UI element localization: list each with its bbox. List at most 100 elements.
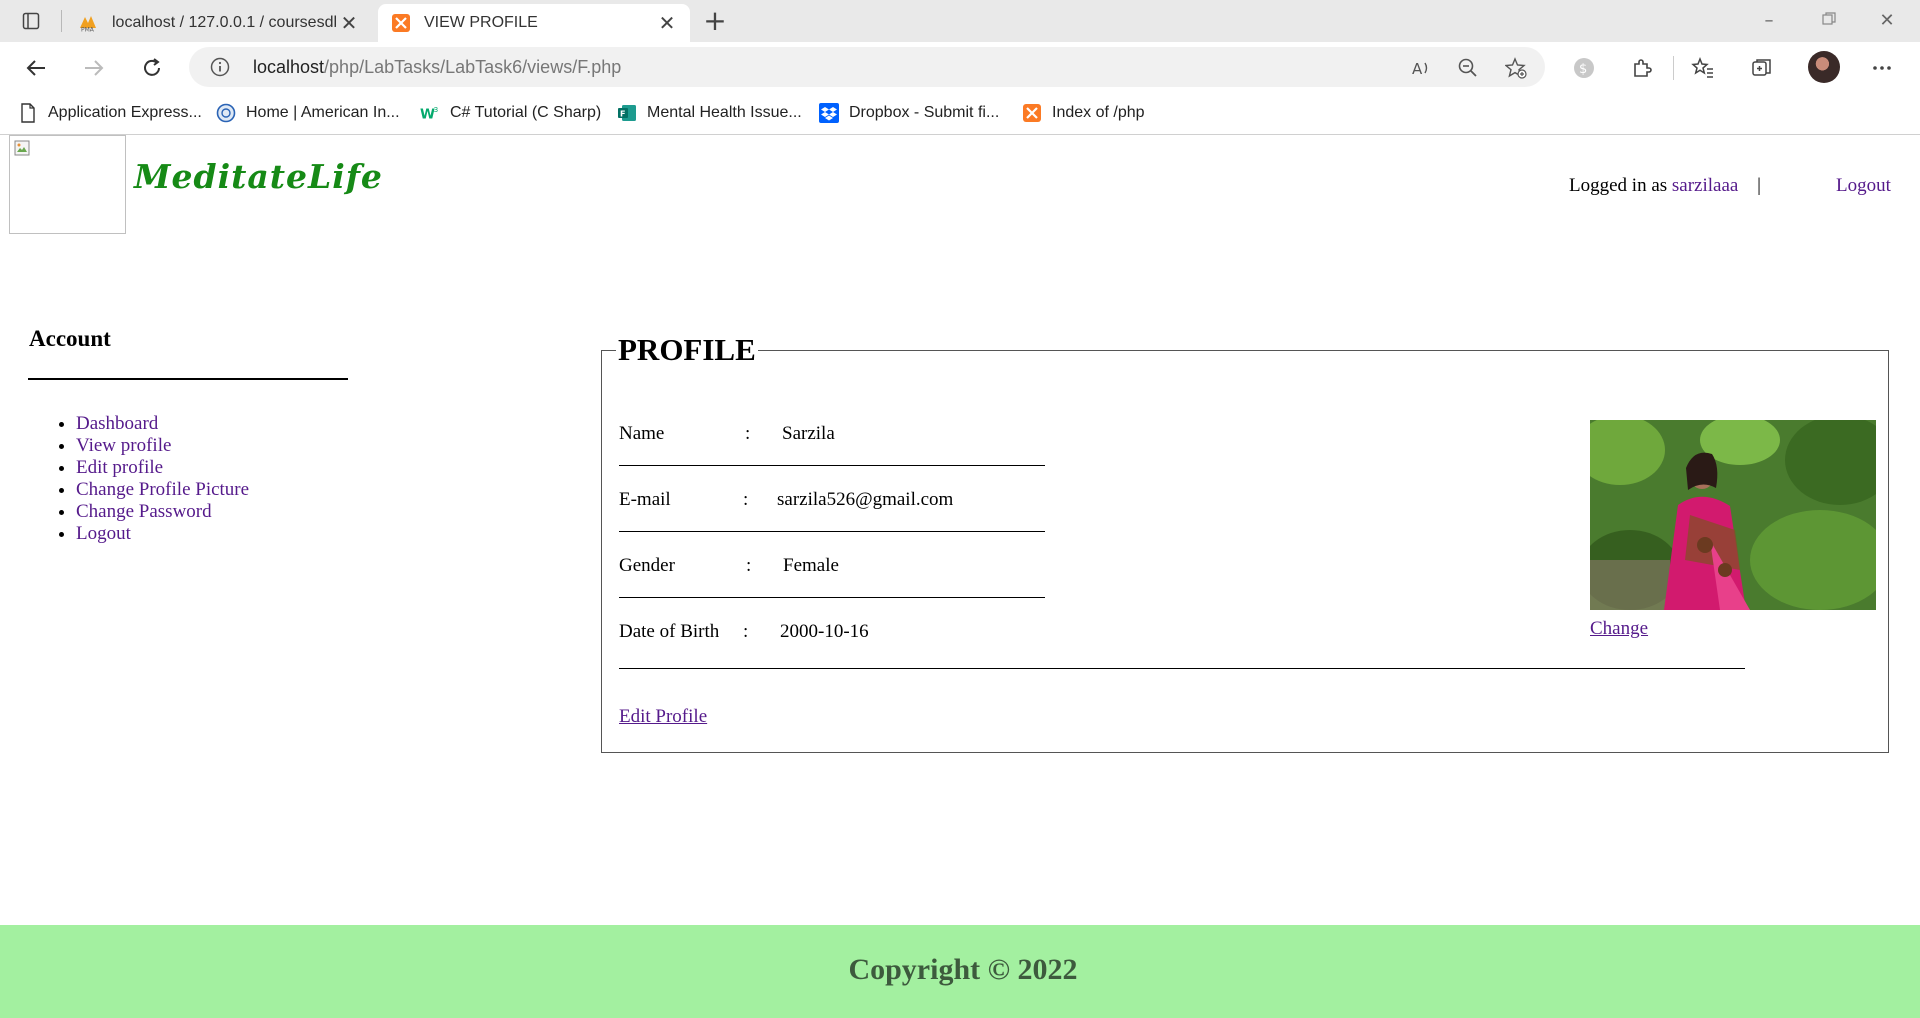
tab-separator <box>61 10 62 32</box>
zoom-out-icon[interactable] <box>1456 56 1480 80</box>
site-info-icon[interactable] <box>209 56 231 78</box>
edit-profile-button[interactable]: Edit Profile <box>619 706 707 728</box>
globe-icon <box>216 103 236 123</box>
edit-profile-link[interactable]: Edit profile <box>76 457 163 478</box>
forms-icon: F <box>617 103 637 123</box>
field-value: 2000-10-16 <box>780 621 869 642</box>
w3schools-icon: W3 <box>420 103 440 123</box>
sidebar-divider <box>28 378 348 380</box>
field-colon: : <box>743 489 749 510</box>
bookmark-index-php[interactable]: Index of /php <box>1022 92 1145 134</box>
tab-phpmyadmin[interactable]: PMA localhost / 127.0.0.1 / coursesdb ✕ <box>66 4 372 42</box>
sidebar-item-change-picture: Change Profile Picture <box>76 479 249 501</box>
login-status: Logged in as sarzilaaa | <box>1569 175 1761 197</box>
sidebar-menu: Dashboard View profile Edit profile Chan… <box>48 413 249 545</box>
phpmyadmin-icon: PMA <box>78 12 100 34</box>
bookmark-dropbox[interactable]: Dropbox - Submit fi... <box>819 92 999 134</box>
field-label: Name <box>619 423 665 444</box>
broken-image-icon <box>14 140 30 156</box>
copyright-text: Copyright © 2022 <box>848 953 1078 986</box>
bookmarks-bar: Application Express... Home | American I… <box>0 92 1920 135</box>
favorites-icon[interactable] <box>1689 54 1717 82</box>
xampp-icon <box>390 12 412 34</box>
svg-text:3: 3 <box>434 105 439 114</box>
url-bar[interactable]: localhost/php/LabTasks/LabTask6/views/F.… <box>189 47 1545 87</box>
tab-title: localhost / 127.0.0.1 / coursesdb <box>112 14 336 31</box>
close-window-icon[interactable]: ✕ <box>1862 6 1912 36</box>
profile-avatar[interactable] <box>1808 51 1840 83</box>
username-link[interactable]: sarzilaaa <box>1672 175 1738 196</box>
close-tab-icon[interactable]: ✕ <box>654 11 680 36</box>
change-profile-picture-link[interactable]: Change Profile Picture <box>76 479 249 500</box>
bookmark-label: Mental Health Issue... <box>647 104 802 121</box>
bookmark-american[interactable]: Home | American In... <box>216 92 400 134</box>
logged-in-label: Logged in as <box>1569 175 1668 196</box>
url-path: /php/LabTasks/LabTask6/views/F.php <box>324 57 622 77</box>
sidebar-item-view-profile: View profile <box>76 435 249 457</box>
browser-tab-bar: PMA localhost / 127.0.0.1 / coursesdb ✕ … <box>0 0 1920 42</box>
sidebar-item-logout: Logout <box>76 523 249 545</box>
more-options-icon[interactable] <box>1868 54 1896 82</box>
profile-fieldset: PROFILE Name : Sarzila E-mail : sarzila5… <box>601 332 1889 753</box>
bookmark-mental-health[interactable]: F Mental Health Issue... <box>617 92 802 134</box>
web-page: MeditateLife Logged in as sarzilaaa | Lo… <box>0 135 1920 1018</box>
dashboard-link[interactable]: Dashboard <box>76 413 158 434</box>
xampp-icon <box>1022 103 1042 123</box>
sidebar-item-edit-profile: Edit profile <box>76 457 249 479</box>
svg-text:F: F <box>620 110 625 119</box>
header-separator: | <box>1757 175 1761 196</box>
row-divider <box>619 531 1045 532</box>
new-tab-icon[interactable]: + <box>700 6 730 36</box>
back-icon[interactable] <box>20 52 52 84</box>
bookmark-application-express[interactable]: Application Express... <box>18 92 202 134</box>
forward-icon[interactable] <box>78 52 110 84</box>
svg-text:$: $ <box>1579 62 1587 77</box>
site-logo-image <box>9 135 126 234</box>
bookmark-csharp-tutorial[interactable]: W3 C# Tutorial (C Sharp) <box>420 92 601 134</box>
field-label: Gender <box>619 555 675 576</box>
tab-actions-icon[interactable] <box>14 8 48 34</box>
field-value: Female <box>783 555 839 576</box>
refresh-icon[interactable] <box>136 52 168 84</box>
brand-name: MeditateLife <box>134 157 383 196</box>
profile-photo <box>1590 420 1876 610</box>
add-favorite-icon[interactable] <box>1504 56 1528 80</box>
bookmark-label: Application Express... <box>48 104 202 121</box>
view-profile-link[interactable]: View profile <box>76 435 171 456</box>
sidebar-item-change-password: Change Password <box>76 501 249 523</box>
row-divider <box>619 597 1045 598</box>
field-colon: : <box>745 423 751 444</box>
url-host: localhost <box>253 57 325 77</box>
bookmark-label: Dropbox - Submit fi... <box>849 104 1000 121</box>
bookmark-label: Home | American In... <box>246 104 400 121</box>
svg-text:PMA: PMA <box>81 27 95 33</box>
field-label: E-mail <box>619 489 671 510</box>
read-aloud-icon[interactable]: A <box>1409 56 1433 80</box>
field-colon: : <box>746 555 752 576</box>
section-divider <box>619 668 1745 669</box>
field-value: sarzila526@gmail.com <box>777 489 954 510</box>
field-label: Date of Birth <box>619 621 720 642</box>
change-photo-link[interactable]: Change <box>1590 618 1648 640</box>
url-text[interactable]: localhost/php/LabTasks/LabTask6/views/F.… <box>253 57 621 78</box>
tab-view-profile[interactable]: VIEW PROFILE ✕ <box>378 4 690 42</box>
address-bar-row: localhost/php/LabTasks/LabTask6/views/F.… <box>0 42 1920 92</box>
page-footer: Copyright © 2022 <box>0 925 1920 1018</box>
change-password-link[interactable]: Change Password <box>76 501 212 522</box>
minimize-icon[interactable]: – <box>1744 6 1794 36</box>
tab-title: VIEW PROFILE <box>424 14 538 31</box>
collections-icon[interactable] <box>1748 54 1776 82</box>
profile-legend: PROFILE <box>618 332 756 367</box>
svg-text:A: A <box>1412 60 1423 78</box>
extension-icon[interactable]: $ <box>1570 54 1598 82</box>
row-divider <box>619 465 1045 466</box>
header-logout-link[interactable]: Logout <box>1836 175 1891 197</box>
bookmark-label: Index of /php <box>1052 104 1145 121</box>
dropbox-icon <box>819 103 839 123</box>
field-value: Sarzila <box>782 423 835 444</box>
sidebar-logout-link[interactable]: Logout <box>76 523 131 544</box>
restore-icon[interactable] <box>1804 6 1854 36</box>
sidebar-item-dashboard: Dashboard <box>76 413 249 435</box>
close-tab-icon[interactable]: ✕ <box>336 11 362 36</box>
extensions-puzzle-icon[interactable] <box>1628 54 1656 82</box>
